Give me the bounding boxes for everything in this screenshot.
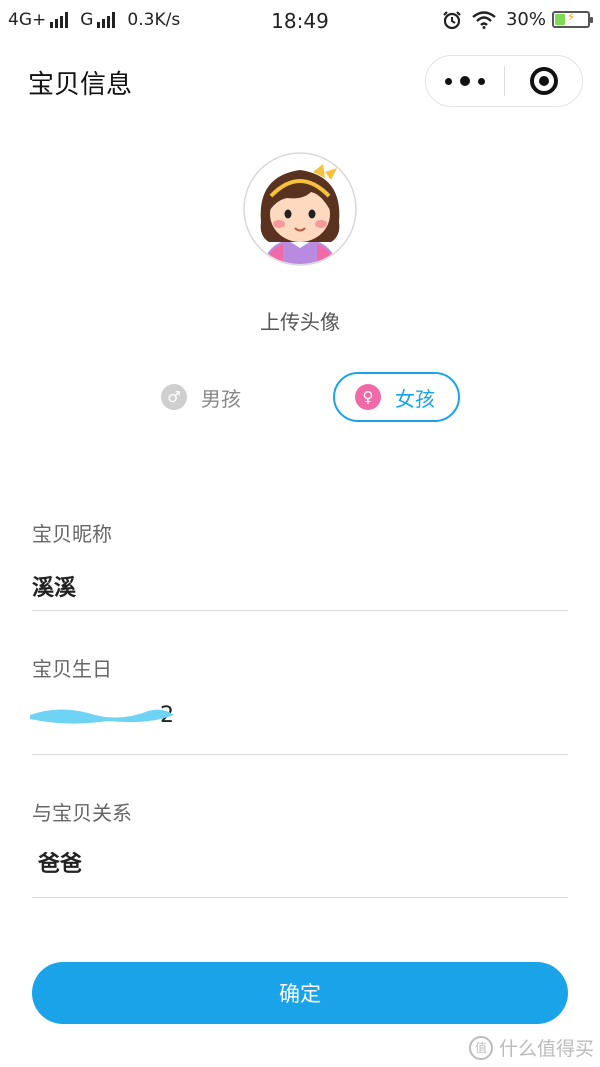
relation-input[interactable]: 爸爸 (38, 846, 82, 878)
watermark-text: 什么值得买 (498, 1038, 594, 1060)
status-right: 30% ⚡ (442, 9, 593, 30)
page-title: 宝贝信息 (28, 70, 133, 100)
relation-divider (32, 897, 568, 898)
female-icon: ♀ (355, 384, 381, 410)
gender-girl-label: 女孩 (395, 386, 435, 411)
alarm-icon (443, 10, 461, 29)
wifi-icon (472, 10, 496, 29)
girl-avatar-icon (243, 152, 357, 266)
birthday-label: 宝贝生日 (32, 657, 112, 681)
target-close-icon (529, 67, 558, 95)
more-dots-icon (445, 77, 452, 85)
watermark-logo-icon: 值 (468, 1035, 493, 1060)
male-icon: ♂ (161, 384, 187, 410)
watermark: 值 什么值得买 (468, 1034, 594, 1061)
birthday-divider (32, 754, 568, 755)
close-miniprogram-button[interactable] (505, 55, 582, 107)
nickname-label: 宝贝昵称 (32, 522, 112, 546)
status-bar: 4G+ G 0.3K/s 18:49 30% ⚡ (0, 0, 600, 42)
confirm-button[interactable]: 确定 (32, 962, 568, 1024)
avatar-upload[interactable] (243, 152, 357, 266)
more-button[interactable] (426, 55, 504, 107)
gender-boy-label: 男孩 (201, 386, 241, 411)
upload-avatar-label[interactable]: 上传头像 (0, 306, 600, 335)
battery-icon: ⚡ (552, 10, 593, 28)
birthday-input[interactable] (32, 695, 568, 735)
miniprogram-capsule (425, 55, 583, 107)
nickname-input[interactable]: 溪溪 (32, 570, 76, 602)
gender-girl-option[interactable]: ♀ 女孩 (333, 372, 460, 422)
gender-boy-option[interactable]: ♂ 男孩 (155, 372, 265, 422)
nickname-divider (32, 610, 568, 611)
nav-bar: 宝贝信息 (0, 42, 600, 120)
battery-percent: 30% (505, 9, 546, 30)
relation-label: 与宝贝关系 (32, 801, 132, 825)
